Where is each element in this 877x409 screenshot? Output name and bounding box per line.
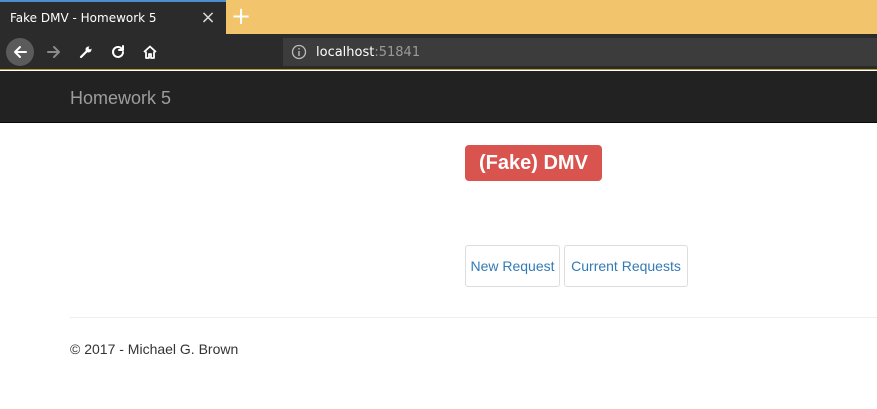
footer-text: © 2017 - Michael G. Brown xyxy=(70,341,239,357)
url-text: localhost:51841 xyxy=(316,45,420,60)
reload-button[interactable] xyxy=(104,38,132,66)
address-bar[interactable]: localhost:51841 xyxy=(283,38,877,66)
url-host: localhost xyxy=(316,45,375,60)
back-button[interactable] xyxy=(6,38,34,66)
navbar-brand[interactable]: Homework 5 xyxy=(70,88,171,109)
tab-title: Fake DMV - Homework 5 xyxy=(10,11,157,25)
forward-button[interactable] xyxy=(40,38,68,66)
browser-tab-active[interactable]: Fake DMV - Homework 5 × xyxy=(0,0,226,34)
new-tab-icon[interactable]: + xyxy=(230,3,252,29)
page-title: (Fake) DMV xyxy=(465,145,602,181)
tab-close-icon[interactable]: × xyxy=(198,7,218,29)
home-icon xyxy=(143,45,157,59)
url-port: :51841 xyxy=(374,45,421,60)
home-button[interactable] xyxy=(136,38,164,66)
reload-icon xyxy=(112,45,124,58)
tools-button[interactable] xyxy=(72,38,100,66)
browser-toolbar: localhost:51841 xyxy=(0,34,877,70)
wrench-icon xyxy=(79,46,92,59)
tab-strip: Fake DMV - Homework 5 × + xyxy=(0,0,877,34)
current-requests-button[interactable]: Current Requests xyxy=(564,245,688,287)
back-arrow-icon xyxy=(14,46,27,58)
site-navbar: Homework 5 xyxy=(0,71,877,123)
new-request-button[interactable]: New Request xyxy=(465,245,560,287)
forward-arrow-icon xyxy=(47,46,60,58)
info-icon[interactable] xyxy=(291,44,307,60)
footer-divider xyxy=(70,317,877,318)
